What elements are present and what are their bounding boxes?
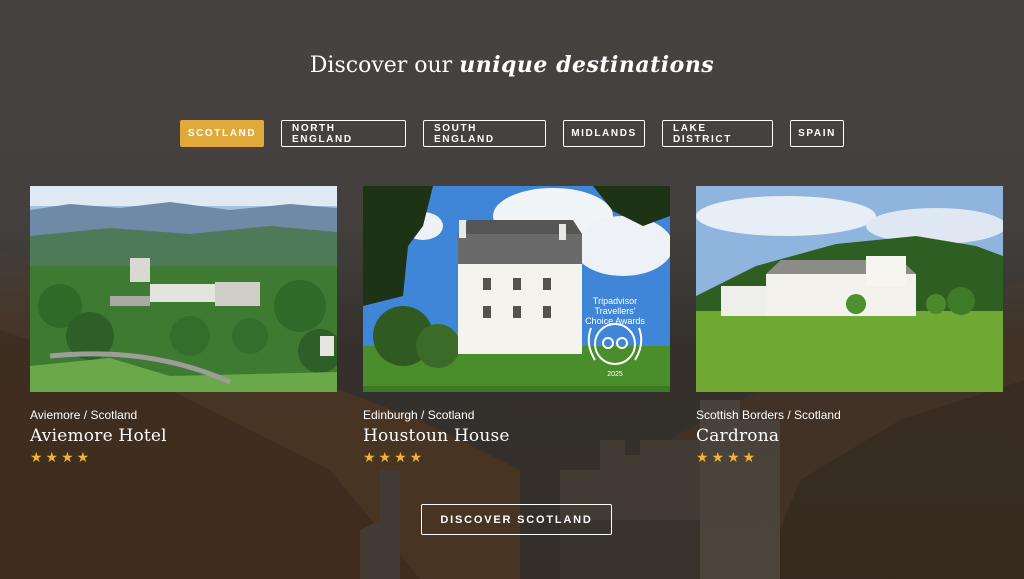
hotel-location: Edinburgh / Scotland [363, 408, 475, 422]
tab-south-england[interactable]: SOUTH ENGLAND [423, 120, 546, 147]
award-badge-year: 2025 [607, 371, 623, 378]
section-title: Discover our unique destinations [0, 52, 1024, 78]
hotel-name[interactable]: Cardrona [696, 426, 1003, 446]
hotel-cards: Aviemore / Scotland Aviemore Hotel ★★★★ [30, 186, 1004, 466]
tab-midlands[interactable]: MIDLANDS [563, 120, 645, 147]
hotel-card[interactable]: Scottish Borders / Scotland Cardrona ★★★… [696, 186, 1003, 466]
title-prefix: Discover our [309, 53, 453, 78]
award-badge-title: Tripadvisor [593, 296, 637, 306]
star-rating: ★★★★ [696, 449, 759, 465]
award-badge-line2: Travellers' [595, 306, 636, 316]
award-badge-line3: Choice Awards [585, 316, 645, 326]
hotel-location: Aviemore / Scotland [30, 408, 138, 422]
hotel-name[interactable]: Aviemore Hotel [30, 426, 337, 446]
tab-spain[interactable]: SPAIN [790, 120, 844, 147]
hotel-location: Scottish Borders / Scotland [696, 408, 841, 422]
hotel-card[interactable]: Aviemore / Scotland Aviemore Hotel ★★★★ [30, 186, 337, 466]
hotel-card[interactable]: Tripadvisor Travellers' Choice Awards 20… [363, 186, 670, 466]
hotel-image-aviemore[interactable] [30, 186, 337, 392]
discover-scotland-button[interactable]: DISCOVER SCOTLAND [421, 504, 612, 535]
star-rating: ★★★★ [30, 449, 93, 465]
tab-lake-district[interactable]: LAKE DISTRICT [662, 120, 773, 147]
star-rating: ★★★★ [363, 449, 426, 465]
tab-scotland[interactable]: SCOTLAND [180, 120, 264, 147]
title-accent: unique destinations [459, 52, 715, 78]
hotel-image-cardrona[interactable] [696, 186, 1003, 392]
hotel-image-houstoun[interactable]: Tripadvisor Travellers' Choice Awards 20… [363, 186, 670, 392]
hotel-name[interactable]: Houstoun House [363, 426, 670, 446]
tab-north-england[interactable]: NORTH ENGLAND [281, 120, 406, 147]
destination-tabs: SCOTLAND NORTH ENGLAND SOUTH ENGLAND MID… [0, 120, 1024, 147]
